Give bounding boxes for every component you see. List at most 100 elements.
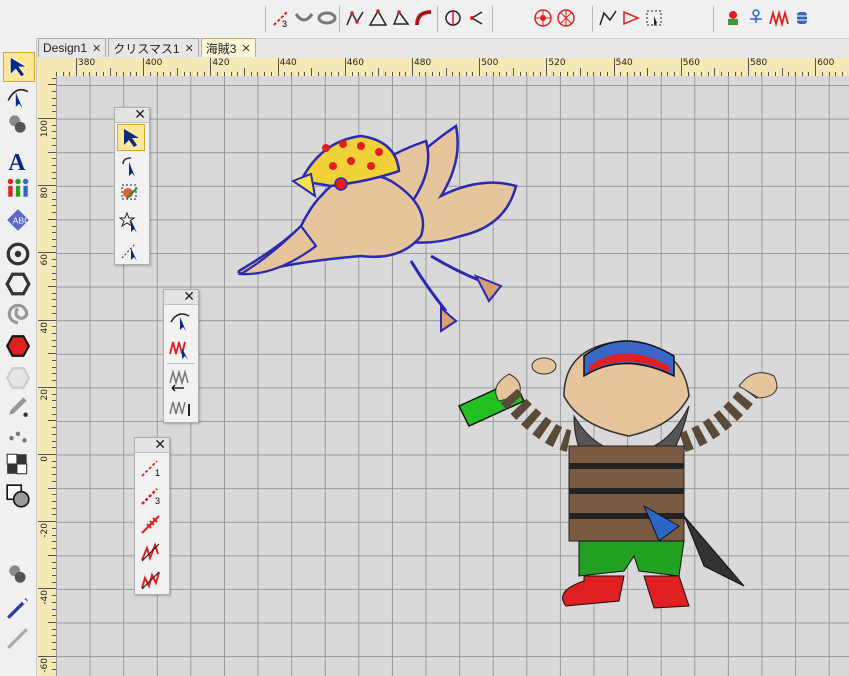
bird-foot-1 [473, 274, 503, 303]
polyline-tool-icon[interactable] [344, 4, 366, 32]
close-icon[interactable]: ✕ [241, 42, 250, 55]
text-tool-button[interactable]: A [3, 146, 33, 174]
arrow-tool-icon[interactable] [620, 4, 642, 32]
close-icon[interactable]: ✕ [134, 106, 146, 122]
thread-tool-button[interactable] [3, 560, 33, 588]
ruler-tick [48, 84, 56, 86]
select-magic-icon [119, 211, 137, 233]
tab-design1[interactable]: Design1 ✕ [38, 38, 107, 57]
thread-tool-icon [9, 565, 26, 583]
bobbin-tool-icon[interactable] [791, 4, 813, 32]
tab-label: 海賊3 [205, 41, 237, 56]
ruler-tick [48, 554, 56, 556]
line-run-tool-icon[interactable] [597, 4, 619, 32]
monogram-tool-button[interactable]: ABC [3, 206, 33, 234]
ruler-tick [38, 521, 56, 523]
applique-tool-icon[interactable] [722, 4, 744, 32]
pen-tool-button[interactable] [3, 392, 33, 420]
panel-header: ✕ [164, 288, 198, 305]
run-triple-button[interactable]: 3 [137, 482, 165, 509]
ruler-label: -40 [40, 590, 50, 606]
pirate-sword [683, 515, 745, 587]
bird-embroidery[interactable] [231, 86, 541, 346]
select-arrow-icon [124, 128, 139, 147]
ruler-label: -60 [40, 657, 50, 673]
select-magic-button[interactable] [117, 208, 145, 235]
run-satin-button[interactable] [137, 538, 165, 565]
select-tool-button[interactable] [3, 52, 35, 82]
ruler-tick [680, 58, 682, 76]
ruler-label: 380 [78, 58, 96, 68]
run-zigzag-icon [141, 571, 160, 589]
fill-pattern-tool-button[interactable] [3, 450, 33, 478]
tab-christmas1[interactable]: クリスマス1 ✕ [108, 38, 199, 57]
ruler-label: 540 [615, 58, 633, 68]
zigzag-tool-icon[interactable] [768, 4, 790, 32]
close-icon[interactable]: ✕ [154, 436, 166, 452]
edit-stitch-button[interactable] [166, 334, 194, 361]
hexagon-light-tool-button[interactable] [3, 364, 33, 392]
center-point-tool-icon[interactable] [442, 4, 464, 32]
stitch-points-tool-button[interactable] [3, 422, 33, 450]
panel-header: ✕ [135, 436, 169, 453]
figures-tool-button[interactable] [3, 174, 33, 202]
stitch-add-button[interactable] [166, 394, 194, 421]
tab-label: Design1 [43, 41, 88, 55]
design-canvas[interactable]: ✕ ✕ ✕ 1 3 [56, 76, 849, 676]
polygon-tool-icon[interactable] [367, 4, 389, 32]
close-icon[interactable]: ✕ [183, 288, 195, 304]
ruler-tick [48, 622, 56, 623]
circle-tool-button[interactable] [3, 240, 33, 268]
run-motif-button[interactable] [137, 510, 165, 537]
select-rotate-button[interactable] [117, 152, 145, 179]
stitch-points-icon [9, 431, 27, 443]
combine-tool-button[interactable] [3, 482, 33, 510]
stitch-figure-tool-icon[interactable] [745, 4, 767, 32]
toolbar-separator [265, 6, 266, 32]
radial-fill-tool-icon[interactable] [532, 4, 554, 32]
stitch-tool-button[interactable] [3, 110, 33, 138]
ruler-tick [311, 68, 313, 76]
ruler-tick [38, 319, 56, 321]
ruler-label: 0 [40, 456, 50, 462]
hexagon-fill-tool-button[interactable] [3, 332, 33, 360]
pen-tool-icon [9, 397, 28, 417]
ruler-label: 420 [212, 58, 230, 68]
document-tabs: Design1 ✕ クリスマス1 ✕ 海賊3 ✕ [38, 38, 256, 58]
ruler-tick [714, 68, 716, 76]
ring-tool-icon[interactable] [316, 4, 338, 32]
ruler-label: 20 [40, 388, 50, 401]
needle-tool-button[interactable] [3, 594, 33, 622]
ruler-tick [546, 58, 548, 76]
edit-node-button[interactable] [166, 306, 194, 333]
select-color-button[interactable] [117, 180, 145, 207]
run-zigzag-button[interactable] [137, 566, 165, 593]
stitch-insert-button[interactable] [166, 366, 194, 393]
star-fill-tool-icon[interactable] [555, 4, 577, 32]
close-icon[interactable]: ✕ [92, 42, 101, 55]
open-shape-tool-icon[interactable] [465, 4, 487, 32]
bird-front-wing [237, 224, 318, 276]
edit-node-tool-button[interactable] [3, 82, 33, 110]
ruler-tick [781, 68, 783, 76]
toolbar-separator [339, 6, 340, 32]
run-single-button[interactable]: 1 [137, 454, 165, 481]
select-points-tool-icon[interactable] [643, 4, 665, 32]
hexagon-fill-icon [5, 335, 31, 357]
pirate-embroidery[interactable] [454, 326, 794, 616]
arc-tool-icon[interactable] [293, 4, 315, 32]
run-3-stitch-tool-icon[interactable]: 3 [270, 4, 292, 32]
ruler-label: 400 [145, 58, 163, 68]
closed-curve-tool-icon[interactable] [390, 4, 412, 32]
tab-pirate3[interactable]: 海賊3 ✕ [200, 38, 256, 57]
ruler-label: 560 [682, 58, 700, 68]
satin-curve-tool-icon[interactable] [413, 4, 435, 32]
hexagon-tool-button[interactable] [3, 270, 33, 298]
close-icon[interactable]: ✕ [185, 42, 194, 55]
select-color-icon [121, 184, 138, 199]
select-arrow-button[interactable] [117, 124, 145, 151]
spiral-tool-button[interactable] [3, 300, 33, 328]
ruler-label: 460 [346, 58, 364, 68]
needle-disabled-tool-button[interactable] [3, 624, 33, 652]
select-line-button[interactable] [117, 236, 145, 263]
